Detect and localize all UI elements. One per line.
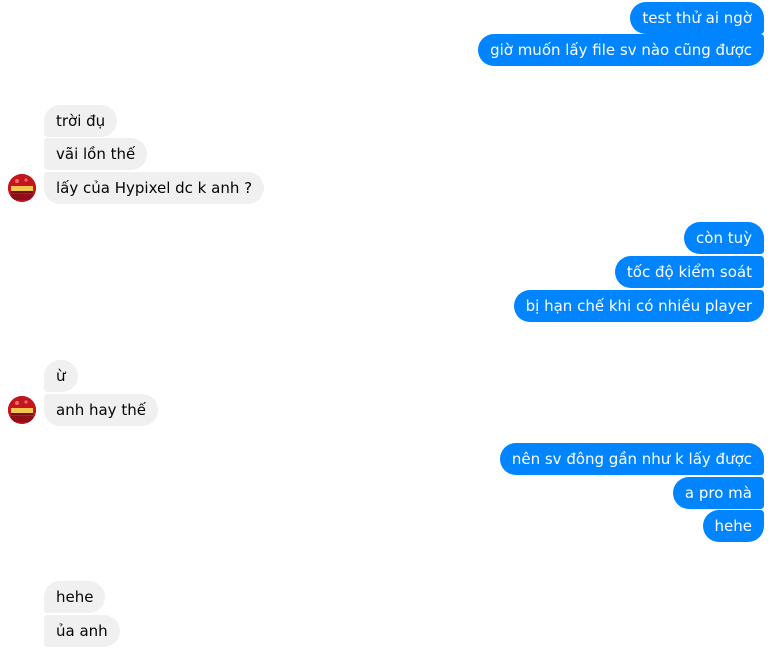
incoming-message[interactable]: ủa anh	[44, 615, 120, 647]
outgoing-message[interactable]: test thử ai ngờ	[630, 2, 764, 34]
red-logo-avatar-icon	[8, 396, 36, 424]
incoming-message[interactable]: trời đụ	[44, 105, 118, 137]
outgoing-message[interactable]: tốc độ kiểm soát	[614, 256, 764, 288]
outgoing-message[interactable]: a pro mà	[672, 477, 764, 509]
outgoing-message[interactable]: hehe	[702, 510, 764, 542]
incoming-message[interactable]: vãi lồn thế	[44, 138, 148, 170]
sender-avatar-icon[interactable]	[8, 174, 36, 202]
outgoing-message[interactable]: giờ muốn lấy file sv nào cũng được	[478, 34, 764, 66]
incoming-message[interactable]: anh hay thế	[44, 394, 158, 426]
chat-thread: test thử ai ngờ giờ muốn lấy file sv nào…	[0, 0, 772, 648]
sender-avatar-icon[interactable]	[8, 396, 36, 424]
outgoing-message[interactable]: bị hạn chế khi có nhiều player	[513, 290, 764, 322]
incoming-message[interactable]: lấy của Hypixel dc k anh ?	[44, 172, 265, 204]
outgoing-message[interactable]: còn tuỳ	[684, 222, 764, 254]
outgoing-message[interactable]: nên sv đông gần như k lấy được	[499, 443, 764, 475]
incoming-message[interactable]: hehe	[44, 581, 106, 613]
incoming-message[interactable]: ừ	[44, 360, 78, 392]
red-logo-avatar-icon	[8, 174, 36, 202]
